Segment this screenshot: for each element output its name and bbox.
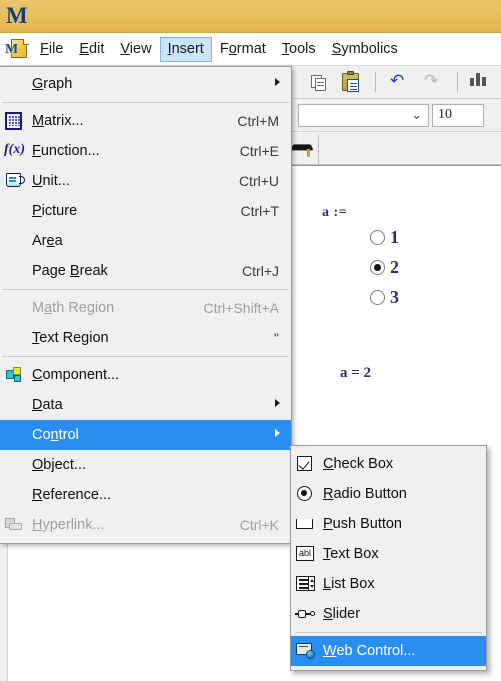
radio-option-2[interactable]: 2 [370, 252, 399, 282]
text-box-icon: abl [291, 543, 323, 565]
menu-tools[interactable]: Tools [274, 37, 324, 62]
accel-text: Ctrl+M [237, 113, 279, 129]
align-button[interactable] [470, 72, 490, 88]
menu-format[interactable]: Format [212, 37, 274, 62]
menu-item-math-region: Math Region Ctrl+Shift+A [0, 293, 291, 323]
radio-option-1[interactable]: 1 [370, 222, 399, 252]
menu-item-hyperlink: Hyperlink... Ctrl+K [0, 510, 291, 540]
menu-item-picture[interactable]: Picture Ctrl+T [0, 196, 291, 226]
menu-item-area[interactable]: Area [0, 226, 291, 256]
menu-item-component[interactable]: Component... [0, 360, 291, 390]
matrix-icon [0, 110, 32, 132]
accel-text: Ctrl+T [240, 203, 280, 219]
submenu-item-web-control[interactable]: Web Control... [291, 636, 486, 666]
application-window: M M File Edit View Insert Format Tools S… [0, 0, 501, 681]
no-icon [0, 327, 32, 349]
insert-dropdown-menu: Graph Matrix... Ctrl+M f(x) Function... … [0, 66, 292, 544]
graduation-cap-icon[interactable] [290, 140, 316, 160]
control-submenu: Check Box Radio Button Push Button abl T… [290, 445, 487, 671]
math-region-evaluation[interactable]: a = 2 [340, 365, 371, 382]
menu-item-unit[interactable]: Unit... Ctrl+U [0, 166, 291, 196]
menu-insert[interactable]: Insert [159, 36, 212, 62]
component-icon [0, 364, 32, 386]
menu-item-control[interactable]: Control [0, 420, 291, 450]
no-icon [0, 484, 32, 506]
hyperlink-icon [0, 514, 32, 536]
menu-item-reference[interactable]: Reference... [0, 480, 291, 510]
menu-item-graph[interactable]: Graph [0, 69, 291, 99]
menu-bar: M File Edit View Insert Format Tools Sym… [0, 33, 501, 66]
radio-circle-icon[interactable] [370, 289, 385, 305]
radio-circle-icon[interactable] [370, 229, 385, 245]
menu-view[interactable]: View [112, 37, 159, 62]
paste-button[interactable] [342, 71, 361, 93]
menu-separator [295, 632, 482, 633]
radio-button-control[interactable]: 1 2 3 [370, 222, 399, 312]
submenu-item-list-box[interactable]: List Box [291, 569, 486, 599]
no-icon [0, 394, 32, 416]
app-logo-icon: M [6, 3, 28, 28]
no-icon [0, 424, 32, 446]
submenu-item-check-box[interactable]: Check Box [291, 449, 486, 479]
menu-separator [2, 289, 289, 290]
math-region-assignment[interactable]: a := [322, 203, 347, 221]
menu-item-matrix[interactable]: Matrix... Ctrl+M [0, 106, 291, 136]
no-icon [0, 260, 32, 282]
no-icon [0, 454, 32, 476]
menu-item-function[interactable]: f(x) Function... Ctrl+E [0, 136, 291, 166]
mathcad-document-icon: M [4, 37, 30, 61]
paragraph-style-select[interactable]: ⌄ [298, 104, 429, 127]
menu-item-data[interactable]: Data [0, 390, 291, 420]
accel-text: Ctrl+E [239, 143, 279, 159]
accel-text: Ctrl+J [242, 263, 279, 279]
chevron-down-icon: ⌄ [411, 108, 422, 123]
no-icon [0, 73, 32, 95]
submenu-item-text-box[interactable]: abl Text Box [291, 539, 486, 569]
math-toolbar-panel [318, 134, 501, 164]
function-icon: f(x) [4, 142, 25, 157]
submenu-item-radio-button[interactable]: Radio Button [291, 479, 486, 509]
submenu-item-push-button[interactable]: Push Button [291, 509, 486, 539]
chevron-right-icon [275, 399, 280, 407]
accel-text: Ctrl+U [238, 173, 279, 189]
unit-icon [0, 170, 32, 192]
web-control-icon [291, 640, 323, 662]
redo-button: ↷ [424, 71, 439, 91]
radio-option-3[interactable]: 3 [370, 282, 399, 312]
submenu-item-slider[interactable]: Slider [291, 599, 486, 629]
menu-item-page-break[interactable]: Page Break Ctrl+J [0, 256, 291, 286]
accel-text: " [274, 330, 279, 346]
menu-symbolics[interactable]: Symbolics [324, 37, 406, 62]
chevron-right-icon [275, 78, 280, 86]
no-icon [0, 200, 32, 222]
radio-circle-selected-icon[interactable] [370, 259, 385, 275]
menu-file[interactable]: File [32, 37, 71, 62]
no-icon [0, 297, 32, 319]
copy-button[interactable] [311, 73, 328, 92]
undo-button[interactable]: ↶ [390, 73, 404, 90]
accel-text: Ctrl+K [239, 517, 279, 533]
font-size-input[interactable]: 10 [432, 104, 484, 127]
menu-item-object[interactable]: Object... [0, 450, 291, 480]
no-icon [0, 230, 32, 252]
checkbox-icon [291, 453, 323, 475]
slider-icon [291, 603, 323, 625]
title-bar: M [0, 0, 501, 33]
accel-text: Ctrl+Shift+A [203, 300, 279, 316]
menu-item-text-region[interactable]: Text Region " [0, 323, 291, 353]
menu-edit[interactable]: Edit [71, 37, 112, 62]
radio-icon [291, 483, 323, 505]
menu-separator [2, 356, 289, 357]
menu-separator [2, 102, 289, 103]
chevron-right-icon [275, 429, 280, 437]
push-button-icon [291, 513, 323, 535]
list-box-icon [291, 573, 323, 595]
